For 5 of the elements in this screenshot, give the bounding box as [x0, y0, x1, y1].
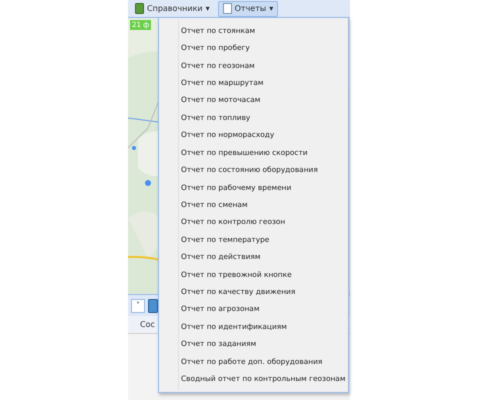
toolbar-button[interactable]: Справочники ▾ — [130, 0, 215, 16]
document-icon — [222, 3, 232, 14]
toolbar-button[interactable]: Отчеты ▾ — [218, 0, 278, 16]
column-header[interactable]: Сос — [140, 318, 155, 330]
dropdown-button[interactable]: ˅ — [131, 298, 145, 312]
